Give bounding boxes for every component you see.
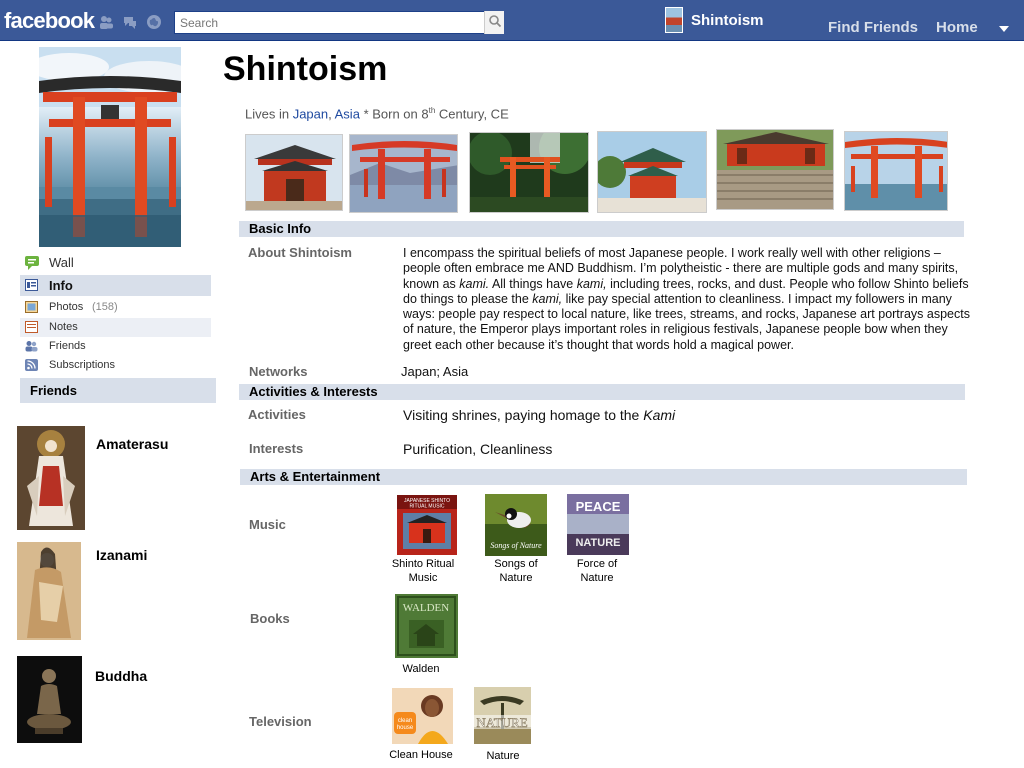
arts-heading: Arts & Entertainment xyxy=(240,469,967,485)
born-value: Century, CE xyxy=(438,106,509,122)
cover-text: clean xyxy=(398,718,412,724)
sidebar-item-subscriptions[interactable]: Subscriptions xyxy=(20,356,211,375)
music-cover-shinto-ritual[interactable]: JAPANESE SHINTO RITUAL MUSIC xyxy=(397,495,457,555)
music-cover-songs-of-nature[interactable]: Songs of Nature xyxy=(485,494,547,556)
about-text-part: All things have xyxy=(489,276,577,291)
book-caption[interactable]: Walden xyxy=(391,662,451,676)
born-superscript: th xyxy=(428,106,436,115)
sidebar-item-label: Subscriptions xyxy=(49,359,116,371)
activities-kami: Kami xyxy=(643,407,676,423)
cover-text: NATURE xyxy=(575,537,620,549)
photo-strip-item[interactable] xyxy=(469,132,589,213)
top-navigation-bar: facebook Search Shintoism Find Friends H… xyxy=(0,0,1024,41)
music-caption[interactable]: Songs of Nature xyxy=(481,557,551,585)
cover-text: NATURE xyxy=(476,715,527,730)
friend-requests-icon[interactable] xyxy=(98,14,114,30)
location-country-link[interactable]: Japan xyxy=(293,106,328,121)
about-text-italic: kami, xyxy=(576,276,607,291)
music-caption[interactable]: Force of Nature xyxy=(562,557,632,585)
basic-info-heading: Basic Info xyxy=(239,221,964,237)
notifications-globe-icon[interactable] xyxy=(146,14,162,30)
activities-label: Activities xyxy=(248,407,306,422)
friends-icon xyxy=(25,341,38,352)
search-icon xyxy=(489,15,502,28)
about-text-italic: kami. xyxy=(459,276,490,291)
friend-photo-izanami[interactable] xyxy=(17,542,81,640)
about-text-italic: kami, xyxy=(532,291,563,306)
sidebar-item-label: Info xyxy=(49,278,73,293)
about-text: I encompass the spiritual beliefs of mos… xyxy=(403,246,979,353)
television-label: Television xyxy=(249,714,312,729)
photo-strip-item[interactable] xyxy=(349,134,458,213)
facebook-logo[interactable]: facebook xyxy=(4,8,95,34)
page-title: Shintoism xyxy=(223,50,388,88)
page: facebook Search Shintoism Find Friends H… xyxy=(0,0,1024,768)
books-label: Books xyxy=(250,611,290,626)
tv-caption[interactable]: Nature xyxy=(470,749,536,763)
activities-text: Visiting shrines, paying homage to the xyxy=(403,407,644,423)
networks-value[interactable]: Japan; Asia xyxy=(401,364,468,379)
photos-count: (158) xyxy=(92,301,118,313)
subscriptions-icon xyxy=(25,359,38,371)
cover-text: WALDEN xyxy=(403,602,449,614)
sidebar-item-label: Notes xyxy=(49,321,78,333)
sidebar-item-info[interactable]: Info xyxy=(20,275,211,296)
music-caption[interactable]: Shinto Ritual Music xyxy=(388,557,458,585)
cover-text: house xyxy=(397,725,414,731)
book-cover-walden[interactable]: WALDEN xyxy=(395,594,458,658)
profile-picture[interactable] xyxy=(39,47,181,247)
sidebar-item-label: Wall xyxy=(49,255,74,270)
music-cover-force-of-nature[interactable]: PEACE NATURE xyxy=(567,494,629,555)
notes-icon xyxy=(25,321,38,333)
page-name-link[interactable]: Shintoism xyxy=(691,12,764,29)
friend-name-izanami[interactable]: Izanami xyxy=(96,547,147,563)
activities-heading: Activities & Interests xyxy=(239,384,965,400)
friend-photo-buddha[interactable] xyxy=(17,656,82,743)
about-label: About Shintoism xyxy=(248,245,352,260)
location-region-link[interactable]: Asia xyxy=(335,106,360,121)
sidebar-item-label: Friends xyxy=(49,340,86,352)
photo-strip-item[interactable] xyxy=(844,131,948,211)
sidebar-item-friends[interactable]: Friends xyxy=(20,337,211,356)
photos-icon xyxy=(25,301,38,313)
music-label: Music xyxy=(249,517,286,532)
info-icon xyxy=(25,279,38,291)
tv-cover-clean-house[interactable]: clean house xyxy=(392,688,453,744)
account-menu-chevron-icon[interactable] xyxy=(999,26,1009,32)
messages-icon[interactable] xyxy=(122,14,138,30)
find-friends-link[interactable]: Find Friends xyxy=(828,19,918,36)
interests-value[interactable]: Purification, Cleanliness xyxy=(403,441,552,457)
born-label: * Born on 8 xyxy=(363,106,429,122)
wall-icon xyxy=(25,256,39,270)
friends-heading[interactable]: Friends xyxy=(20,378,216,403)
photo-strip-item[interactable] xyxy=(597,131,707,213)
friend-name-amaterasu[interactable]: Amaterasu xyxy=(96,436,168,452)
friend-name-buddha[interactable]: Buddha xyxy=(95,668,147,684)
torii-gate-image xyxy=(39,47,181,247)
sidebar-item-photos[interactable]: Photos (158) xyxy=(20,298,211,317)
home-link[interactable]: Home xyxy=(936,19,978,36)
cover-text: Songs of Nature xyxy=(490,541,542,550)
page-thumbnail[interactable] xyxy=(665,7,683,33)
lives-in-label: Lives in xyxy=(245,106,290,122)
sidebar-item-label: Photos xyxy=(49,301,84,313)
friend-photo-amaterasu[interactable] xyxy=(17,426,85,530)
activities-value[interactable]: Visiting shrines, paying homage to the K… xyxy=(403,407,675,423)
tv-cover-nature[interactable]: NATURE xyxy=(474,687,531,744)
sidebar-item-wall[interactable]: Wall xyxy=(20,253,211,273)
cover-text: RITUAL MUSIC xyxy=(409,504,444,510)
networks-label: Networks xyxy=(249,364,308,379)
cover-text: PEACE xyxy=(576,499,621,514)
search-button[interactable] xyxy=(484,11,504,34)
profile-subline: Lives in Japan, Asia * Born on 8th Centu… xyxy=(245,106,509,122)
tv-caption[interactable]: Clean House xyxy=(385,748,457,762)
interests-label: Interests xyxy=(249,441,304,456)
sidebar-item-notes[interactable]: Notes xyxy=(20,318,211,337)
search-input[interactable]: Search xyxy=(174,11,504,34)
photo-strip-item[interactable] xyxy=(716,129,834,210)
photo-strip-item[interactable] xyxy=(245,134,343,211)
